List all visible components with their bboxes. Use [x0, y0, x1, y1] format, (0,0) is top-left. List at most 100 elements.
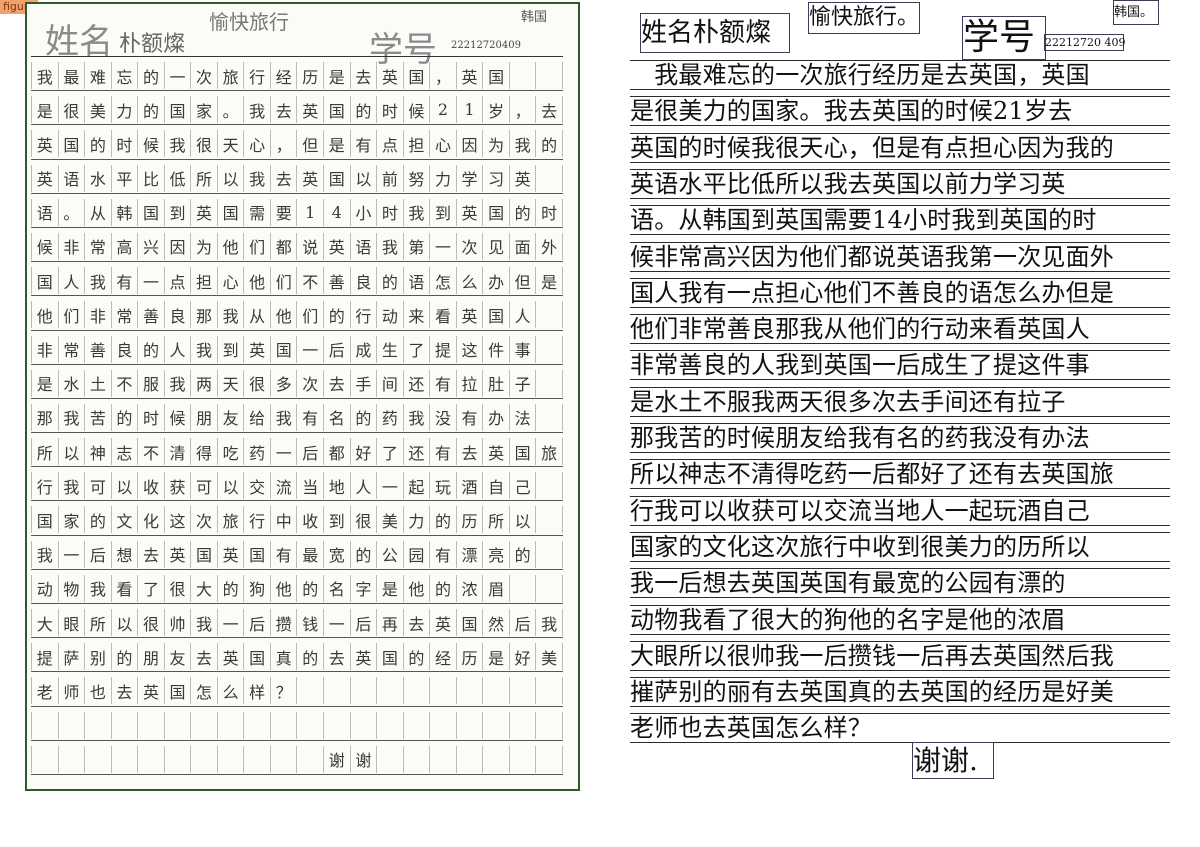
grid-cell: 办: [483, 267, 510, 295]
grid-cell: 国: [218, 198, 245, 226]
grid-cell: 的: [85, 130, 112, 158]
grid-cell: 看: [112, 574, 139, 602]
grid-cell: 生: [377, 335, 404, 363]
grid-cell: 我: [165, 130, 192, 158]
grid-cell: 兴: [138, 232, 165, 260]
grid-cell: 们: [271, 267, 298, 295]
grid-cell: 因: [165, 232, 192, 260]
grid-cell: 药: [244, 438, 271, 466]
name-value: 朴额燦: [119, 32, 186, 57]
grid-cell: 英: [430, 609, 457, 636]
grid-cell: 国: [377, 643, 404, 671]
grid-cell: 中: [271, 506, 298, 534]
grid-cell: 自: [483, 472, 510, 500]
grid-cell: 我: [59, 472, 86, 500]
grid-cell: 国: [483, 198, 510, 226]
grid-cell: 去: [138, 540, 165, 568]
grid-row: 老师也去英国怎么样？: [31, 672, 563, 707]
grid-cell: [165, 745, 192, 773]
grid-cell: 英: [457, 301, 484, 329]
grid-cell: 一: [59, 540, 86, 568]
grid-cell: 还: [404, 369, 431, 397]
grid-cell: ？: [271, 677, 298, 705]
grid-cell: 不: [138, 438, 165, 466]
grid-cell: 是: [324, 130, 351, 158]
grid-cell: 英: [31, 130, 59, 158]
grid-cell: 成: [351, 335, 378, 363]
grid-cell: 我: [377, 232, 404, 260]
grid-cell: 以: [218, 472, 245, 500]
grid-cell: 去: [351, 62, 378, 89]
grid-cell: 所: [483, 506, 510, 534]
grid-cell: 我: [271, 403, 298, 431]
grid-cell: 国: [510, 438, 537, 466]
grid-cell: 法: [510, 403, 537, 431]
transcription-line: 大眼所以很帅我一后攒钱一后再去英国然后我: [630, 640, 1170, 671]
grid-cell: [430, 745, 457, 773]
grid-cell: 次: [191, 506, 218, 534]
transcription-line: 非常善良的人我到英国一后成生了提这件事: [630, 350, 1170, 381]
grid-cell: 有: [351, 130, 378, 158]
grid-cell: 可: [191, 472, 218, 500]
grid-cell: [297, 711, 325, 739]
grid-cell: 的: [510, 540, 537, 568]
grid-cell: 我: [31, 62, 59, 89]
grid-cell: 国: [244, 540, 271, 568]
grid-cell: [297, 745, 325, 773]
grid-cell: 英: [457, 198, 484, 226]
grid-cell: 朋: [138, 643, 165, 671]
grid-cell: 以: [351, 164, 378, 192]
grid-cell: [536, 506, 563, 534]
grid-cell: 再: [377, 609, 404, 636]
grid-cell: 国: [324, 96, 351, 124]
grid-cell: 但: [510, 267, 537, 295]
grid-row: 提萨别的朋友去英国真的去英国的经历是好美: [31, 638, 563, 673]
grid-cell: 担: [191, 267, 218, 295]
grid-cell: [191, 745, 218, 773]
grid-cell: 英: [138, 677, 165, 705]
grid-cell: [536, 403, 563, 431]
grid-cell: 朋: [191, 403, 218, 431]
grid-cell: 很: [244, 369, 271, 397]
grid-cell: 事: [510, 335, 537, 363]
grid-cell: 的: [351, 403, 378, 431]
grid-cell: 英: [218, 540, 245, 568]
grid-cell: 良: [165, 301, 192, 329]
grid-cell: 去: [191, 643, 218, 671]
grid-cell: ，: [430, 62, 457, 89]
grid-cell: [510, 574, 537, 602]
grid-cell: 但: [297, 130, 325, 158]
grid-cell: 名: [324, 574, 351, 602]
grid-cell: 外: [536, 232, 563, 260]
grid-cell: 有: [430, 438, 457, 466]
grid-cell: 我: [191, 609, 218, 636]
grid-cell: 大: [191, 574, 218, 602]
grid-cell: 当: [297, 472, 325, 500]
grid-cell: 帅: [165, 609, 192, 636]
grid-cell: 国: [404, 62, 431, 89]
grid-cell: 时: [138, 403, 165, 431]
grid-cell: 国: [31, 506, 59, 534]
grid-cell: 是: [324, 62, 351, 89]
grid-cell: 的: [112, 643, 139, 671]
grid-cell: 要: [271, 198, 298, 226]
grid-cell: 的: [351, 540, 378, 568]
grid-cell: [85, 745, 112, 773]
grid-cell: 家: [59, 506, 86, 534]
grid-cell: 语: [31, 198, 59, 226]
grid-row: 我一后想去英国英国有最宽的公园有漂亮的: [31, 536, 563, 570]
grid-cell: 的: [536, 130, 563, 158]
grid-cell: 心: [218, 267, 245, 295]
id-value: 22212720409: [451, 40, 521, 51]
grid-cell: 历: [457, 643, 484, 671]
grid-cell: 别: [85, 643, 112, 671]
grid-cell: 们: [59, 301, 86, 329]
grid-cell: 的: [218, 574, 245, 602]
grid-cell: 以: [510, 506, 537, 534]
grid-cell: [483, 711, 510, 739]
grid-cell: 国: [165, 96, 192, 124]
grid-cell: 善: [85, 335, 112, 363]
grid-cell: 钱: [297, 609, 325, 636]
grid-cell: 有: [430, 540, 457, 568]
grid-cell: 去: [112, 677, 139, 705]
